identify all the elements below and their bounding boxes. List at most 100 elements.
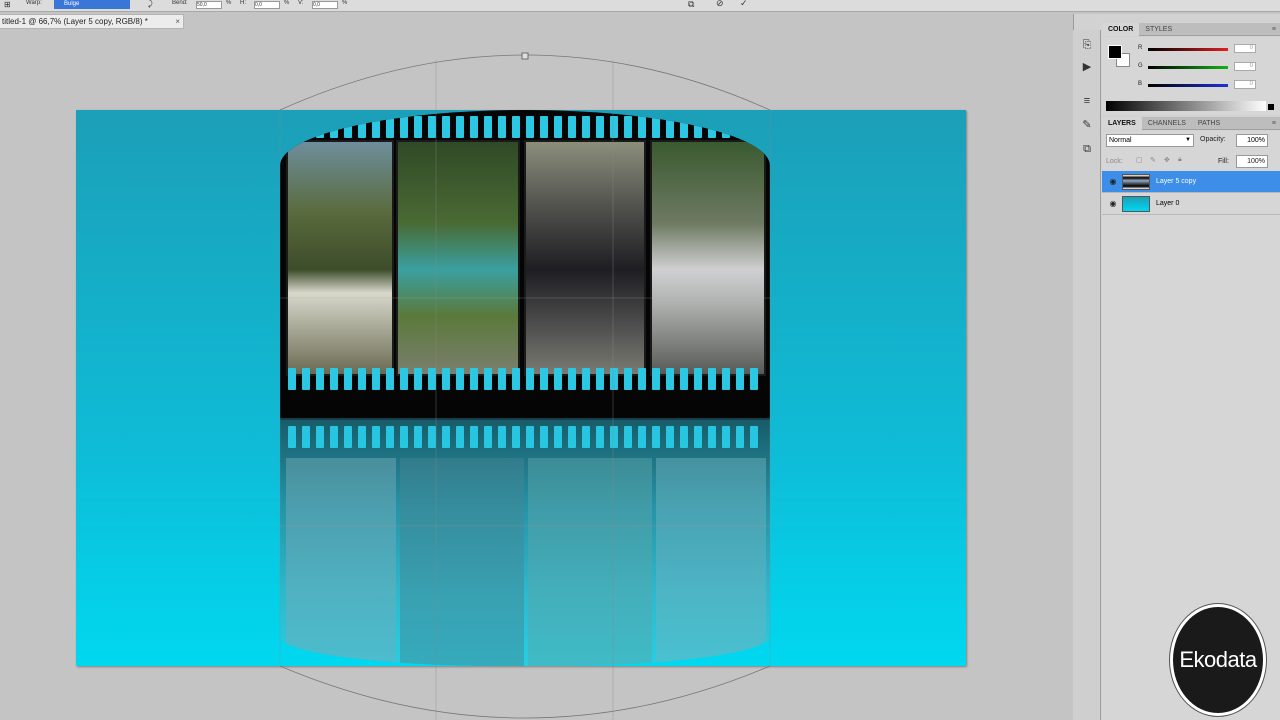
layer-name[interactable]: Layer 0: [1156, 193, 1179, 215]
bend-percent: %: [226, 0, 232, 6]
mode-switch-icon[interactable]: ⧉: [688, 0, 694, 10]
film-perforation: [540, 116, 548, 138]
history-icon[interactable]: ⎘: [1080, 38, 1094, 52]
film-perforation: [652, 426, 660, 448]
layer-thumbnail: [1122, 174, 1150, 190]
actions-icon[interactable]: ▶: [1080, 60, 1094, 74]
color-panel: R 0 G 0 B 0: [1102, 37, 1280, 115]
tab-styles[interactable]: STYLES: [1139, 23, 1178, 36]
ramp-black-swatch[interactable]: [1268, 104, 1274, 110]
film-perforation: [526, 368, 534, 390]
film-perforation: [372, 368, 380, 390]
layers-panel-menu-icon[interactable]: ≡: [1272, 117, 1276, 130]
red-ramp[interactable]: [1148, 48, 1228, 51]
filmstrip-layer[interactable]: [280, 110, 770, 420]
layer-thumbnail: [1122, 196, 1150, 212]
foreground-color-swatch[interactable]: [1108, 45, 1122, 59]
film-perforation: [638, 426, 646, 448]
document-tab[interactable]: titled-1 @ 66,7% (Layer 5 copy, RGB/8) *…: [0, 14, 184, 29]
opacity-label: Opacity:: [1200, 136, 1226, 143]
chevron-down-icon: ▼: [1185, 137, 1191, 143]
warp-orientation-icon[interactable]: ⤸: [148, 0, 153, 9]
film-perforation: [442, 116, 450, 138]
fill-field[interactable]: 100%: [1236, 155, 1268, 168]
film-perforation: [736, 116, 744, 138]
green-ramp[interactable]: [1148, 66, 1228, 69]
reflection-photo-1: [286, 458, 396, 666]
film-perforation: [750, 368, 758, 390]
commit-transform-icon[interactable]: ✓: [740, 0, 748, 9]
opacity-field[interactable]: 100%: [1236, 134, 1268, 147]
red-slider[interactable]: R 0: [1138, 44, 1278, 55]
tab-layers[interactable]: LAYERS: [1102, 117, 1142, 130]
blue-ramp[interactable]: [1148, 84, 1228, 87]
film-perforation: [750, 116, 758, 138]
clone-source-icon[interactable]: ⧉: [1080, 142, 1094, 156]
tab-channels[interactable]: CHANNELS: [1142, 117, 1192, 130]
film-perforation: [736, 426, 744, 448]
green-label: G: [1138, 63, 1143, 69]
film-perforation: [484, 368, 492, 390]
lock-all-icon[interactable]: 🔒︎: [1178, 156, 1182, 164]
color-ramp[interactable]: [1106, 101, 1266, 111]
film-perforation: [582, 426, 590, 448]
film-perforation: [722, 426, 730, 448]
photo-white-wedding-car: [650, 140, 766, 376]
blend-mode-select[interactable]: Normal ▼: [1106, 134, 1194, 147]
transform-grid-icon[interactable]: ⊞: [4, 0, 11, 9]
lock-label: Lock:: [1106, 158, 1123, 165]
blue-slider[interactable]: B 0: [1138, 80, 1278, 91]
film-perforation: [708, 426, 716, 448]
film-perforation: [624, 368, 632, 390]
film-perforation: [470, 116, 478, 138]
layer-row-layer-0[interactable]: ◉ Layer 0: [1102, 193, 1280, 215]
h-field[interactable]: 0,0: [254, 1, 280, 9]
film-perforation: [666, 116, 674, 138]
lock-image-icon[interactable]: ✎: [1150, 156, 1156, 164]
film-perforation: [498, 426, 506, 448]
warp-style-select[interactable]: Bulge: [54, 0, 130, 9]
film-perforation: [358, 426, 366, 448]
color-panel-menu-icon[interactable]: ≡: [1272, 23, 1276, 36]
film-perforation: [722, 368, 730, 390]
cancel-transform-icon[interactable]: ⊘: [716, 0, 724, 9]
tab-color[interactable]: COLOR: [1102, 23, 1140, 36]
film-perforation: [400, 368, 408, 390]
blend-mode-value: Normal: [1109, 137, 1132, 144]
film-perforation: [428, 116, 436, 138]
green-value[interactable]: 0: [1234, 62, 1256, 71]
film-perforation: [414, 426, 422, 448]
film-perforation: [666, 426, 674, 448]
adjustments-icon[interactable]: ≡: [1080, 94, 1094, 108]
film-perforation: [582, 116, 590, 138]
film-perforation: [400, 426, 408, 448]
film-perforation: [596, 368, 604, 390]
film-perforation: [610, 426, 618, 448]
bend-field[interactable]: 50,0: [196, 1, 222, 9]
film-perforation: [428, 426, 436, 448]
film-perforation: [540, 426, 548, 448]
v-field[interactable]: 0,0: [312, 1, 338, 9]
brushes-icon[interactable]: ✎: [1080, 118, 1094, 132]
tab-paths[interactable]: PATHS: [1192, 117, 1226, 130]
close-document-icon[interactable]: ×: [175, 15, 180, 29]
photo-food-truck: [396, 140, 520, 376]
green-slider[interactable]: G 0: [1138, 62, 1278, 73]
visibility-eye-icon[interactable]: ◉: [1106, 193, 1120, 215]
film-perforation: [610, 116, 618, 138]
blue-value[interactable]: 0: [1234, 80, 1256, 89]
visibility-eye-icon[interactable]: ◉: [1106, 171, 1120, 193]
red-value[interactable]: 0: [1234, 44, 1256, 53]
lock-row: Lock: ▢ ✎ ✥ 🔒︎ Fill: 100%: [1106, 155, 1276, 169]
film-perforation: [344, 426, 352, 448]
reflection-perforations: [280, 426, 758, 448]
film-perforation: [624, 116, 632, 138]
layer-name[interactable]: Layer 5 copy: [1156, 171, 1196, 193]
film-perforation: [694, 426, 702, 448]
layer-row-layer-5-copy[interactable]: ◉ Layer 5 copy: [1102, 171, 1280, 193]
lock-position-icon[interactable]: ✥: [1164, 156, 1170, 164]
film-perforation: [316, 368, 324, 390]
film-perforation: [694, 116, 702, 138]
film-perforation: [596, 426, 604, 448]
lock-transparency-icon[interactable]: ▢: [1136, 156, 1143, 164]
